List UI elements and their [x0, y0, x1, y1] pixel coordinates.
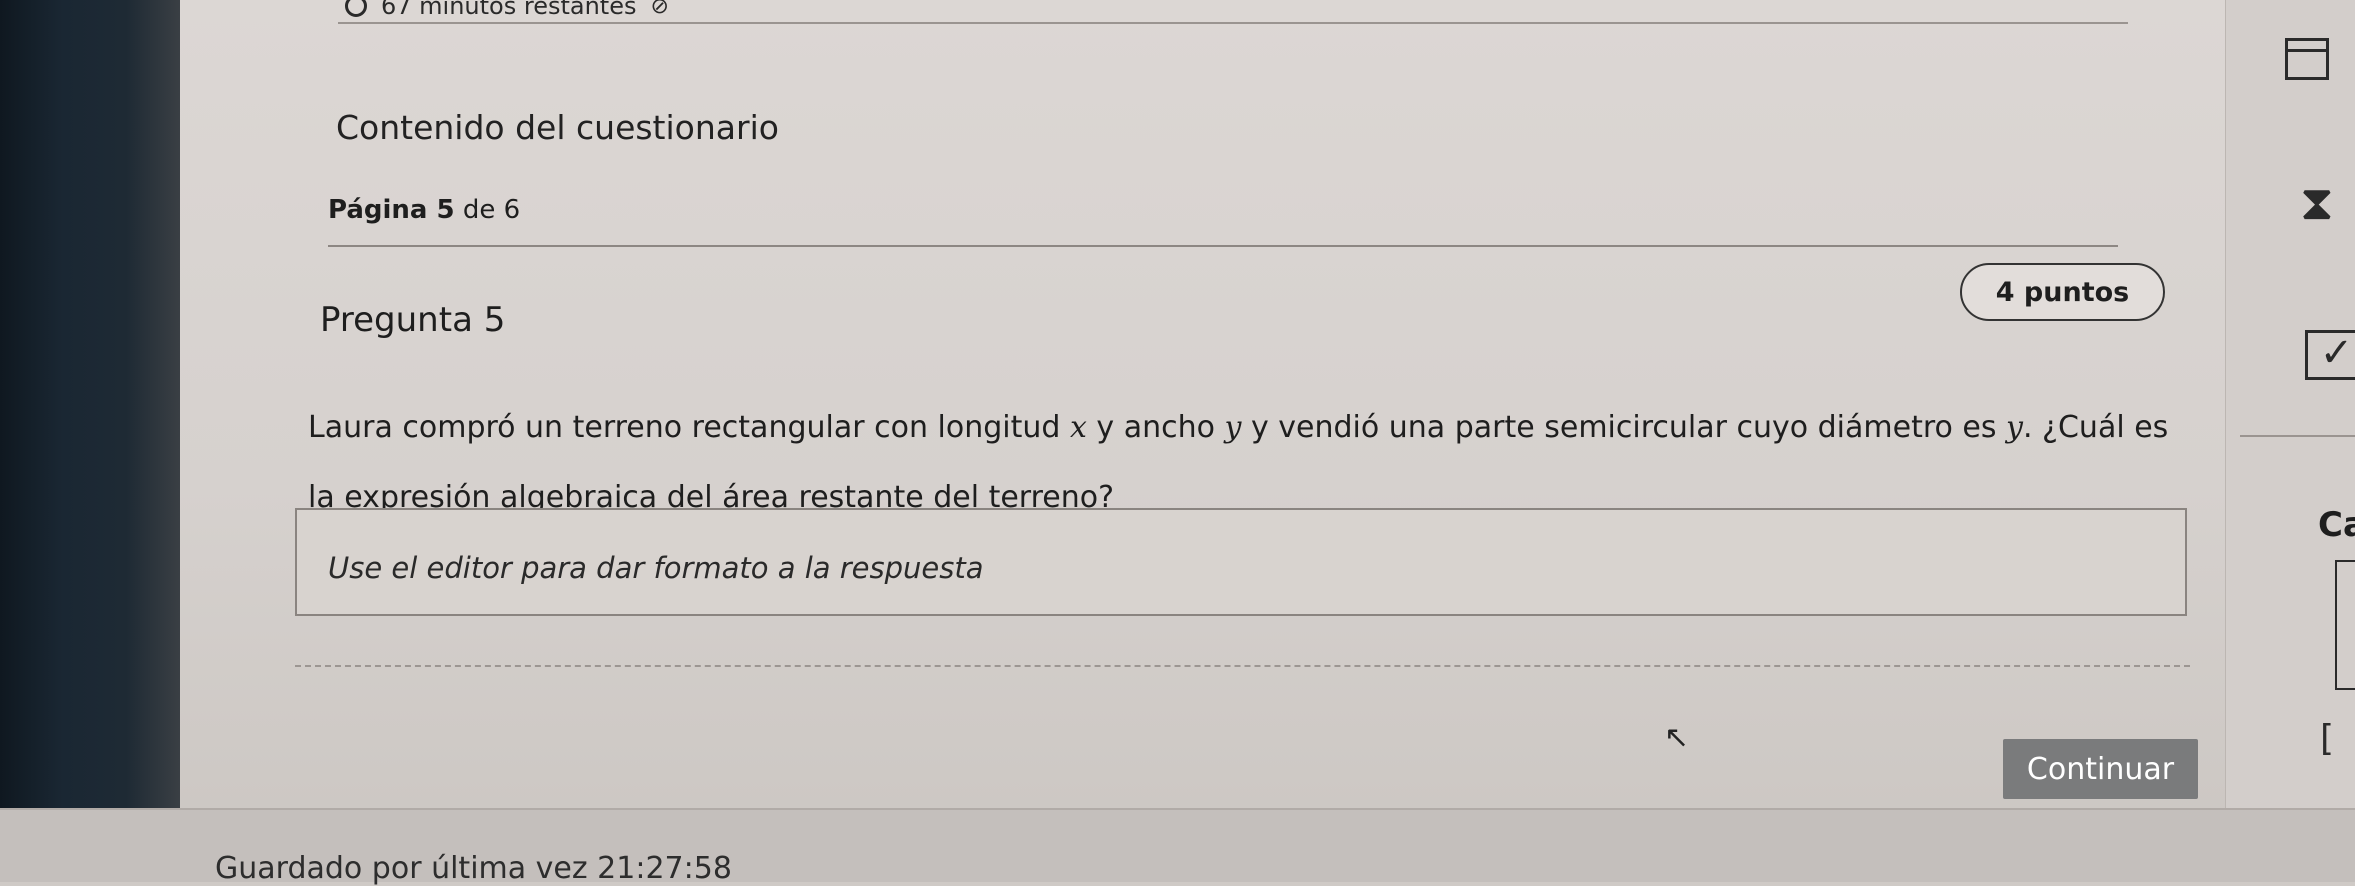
timer-text: 67 minutos restantes — [381, 0, 637, 20]
timer: 67 minutos restantes ⊘ — [345, 0, 669, 20]
page-current: Página 5 — [328, 195, 455, 225]
checkbox-icon[interactable]: ✓ — [2305, 330, 2355, 380]
screen-bezel-left — [0, 0, 180, 815]
section-title: Contenido del cuestionario — [336, 108, 779, 147]
divider — [328, 245, 2118, 247]
sidebar-box — [2335, 560, 2355, 690]
hourglass-icon[interactable]: ⧗ — [2300, 175, 2334, 232]
mouse-cursor-icon: ↖ — [1664, 720, 1690, 755]
continue-button[interactable]: Continuar — [2003, 739, 2198, 799]
timer-divider — [338, 22, 2128, 24]
saved-status: Guardado por última vez 21:27:58 — [215, 851, 732, 886]
bracket-icon: [ — [2320, 718, 2335, 759]
points-badge: 4 puntos — [1960, 263, 2165, 321]
page-indicator: Página 5 de 6 — [328, 195, 520, 225]
answer-placeholder: Use el editor para dar formato a la resp… — [328, 551, 984, 585]
sidebar-divider — [2240, 435, 2355, 437]
calendar-icon[interactable] — [2285, 38, 2329, 80]
question-title: Pregunta 5 — [320, 300, 506, 340]
math-var-y: y — [2006, 410, 2023, 445]
page-total: de 6 — [454, 195, 521, 225]
divider — [295, 665, 2190, 667]
math-var-y: y — [1224, 410, 1242, 445]
sidebar-label: Ca — [2318, 505, 2355, 545]
hide-timer-icon[interactable]: ⊘ — [650, 0, 668, 19]
clock-icon — [345, 0, 367, 17]
math-var-x: x — [1069, 410, 1087, 445]
